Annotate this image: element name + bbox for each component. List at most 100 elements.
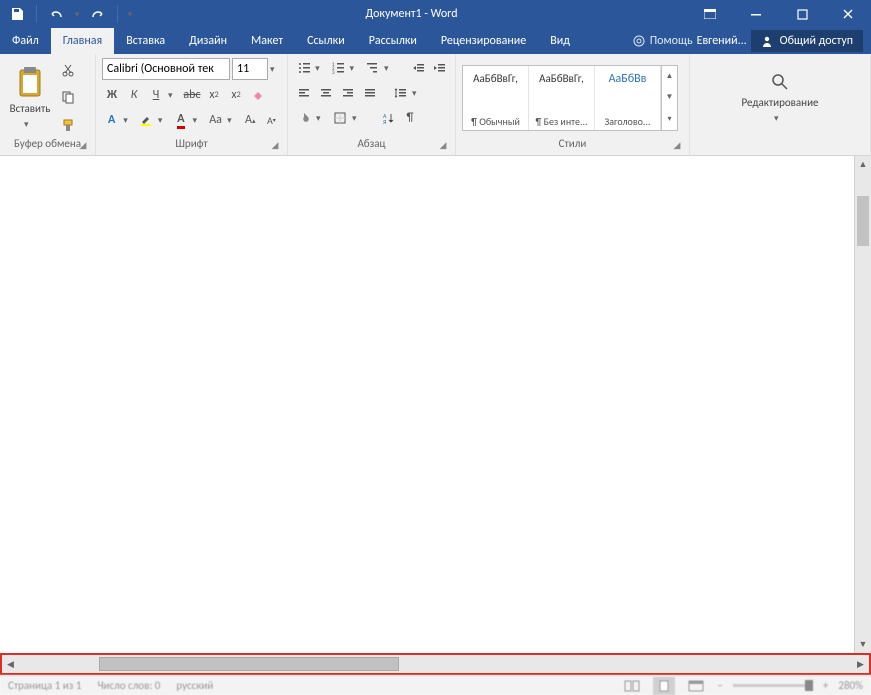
save-icon[interactable] — [4, 2, 30, 26]
share-button[interactable]: Общий доступ — [751, 30, 863, 52]
scroll-thumb[interactable] — [99, 657, 399, 671]
chevron-down-icon[interactable]: ▾ — [412, 88, 424, 99]
tab-file[interactable]: Файл — [0, 28, 51, 54]
svg-text:Я: Я — [383, 118, 386, 125]
font-name-select[interactable] — [102, 58, 230, 80]
qat-customize-icon[interactable]: ▾ — [124, 2, 136, 26]
borders-icon[interactable] — [330, 108, 350, 128]
show-marks-icon[interactable]: ¶ — [400, 108, 420, 128]
shrink-font-icon[interactable]: A▾ — [262, 110, 281, 130]
change-case-icon[interactable]: Aa — [206, 110, 225, 130]
account-name[interactable]: Евгений... — [697, 34, 747, 48]
scroll-left-icon[interactable]: ◀ — [2, 655, 19, 673]
web-layout-icon[interactable] — [685, 677, 707, 695]
tell-me-search[interactable]: Помощь — [632, 34, 693, 48]
styles-launcher-icon[interactable]: ◢ — [671, 140, 683, 152]
chevron-down-icon[interactable]: ▾ — [158, 115, 169, 126]
align-center-icon[interactable] — [316, 83, 336, 103]
chevron-down-icon[interactable]: ▾ — [384, 63, 395, 74]
cut-icon[interactable] — [58, 60, 78, 80]
status-word-count[interactable]: Число слов: 0 — [97, 679, 160, 692]
bullets-icon[interactable] — [294, 58, 313, 78]
scroll-down-icon[interactable]: ▼ — [855, 636, 871, 653]
styles-gallery[interactable]: АаБбВвГг, ¶ Обычный АаБбВвГг, ¶ Без инте… — [462, 65, 678, 131]
bold-icon[interactable]: Ж — [102, 85, 122, 105]
scroll-thumb[interactable] — [857, 196, 869, 246]
document-page[interactable] — [0, 156, 854, 653]
scroll-right-icon[interactable]: ▶ — [852, 655, 869, 673]
chevron-down-icon[interactable]: ▾ — [315, 63, 326, 74]
tab-design[interactable]: Дизайн — [177, 28, 239, 54]
scroll-up-icon[interactable]: ▲ — [855, 156, 871, 173]
align-right-icon[interactable] — [338, 83, 358, 103]
increase-indent-icon[interactable] — [430, 58, 449, 78]
print-layout-icon[interactable] — [653, 677, 675, 695]
gallery-scroll-up-icon[interactable]: ▲ — [662, 66, 677, 87]
chevron-down-icon[interactable]: ▾ — [270, 64, 281, 75]
close-icon[interactable] — [825, 0, 871, 28]
gallery-scroll-down-icon[interactable]: ▼ — [662, 87, 677, 108]
ribbon-display-options-icon[interactable] — [687, 0, 733, 28]
maximize-icon[interactable] — [779, 0, 825, 28]
clear-formatting-icon[interactable] — [248, 85, 268, 105]
underline-icon[interactable]: Ч — [146, 85, 166, 105]
subscript-icon[interactable]: x2 — [204, 85, 224, 105]
zoom-in-icon[interactable]: + — [823, 679, 828, 692]
minimize-icon[interactable] — [733, 0, 779, 28]
style-no-spacing[interactable]: АаБбВвГг, ¶ Без инте... — [529, 66, 595, 130]
chevron-down-icon[interactable]: ▾ — [193, 115, 204, 126]
undo-icon[interactable] — [43, 2, 69, 26]
chevron-down-icon[interactable]: ▾ — [123, 115, 134, 126]
zoom-out-icon[interactable]: − — [717, 679, 722, 692]
status-language[interactable]: русский — [176, 679, 213, 692]
zoom-level[interactable]: 280% — [838, 679, 863, 692]
font-color-icon[interactable]: A — [171, 110, 190, 130]
highlight-icon[interactable] — [137, 110, 156, 130]
tab-mailings[interactable]: Рассылки — [357, 28, 429, 54]
font-size-select[interactable] — [232, 58, 268, 80]
read-mode-icon[interactable] — [621, 677, 643, 695]
tab-insert[interactable]: Вставка — [114, 28, 177, 54]
tab-references[interactable]: Ссылки — [295, 28, 357, 54]
gallery-expand-icon[interactable]: ▾ — [662, 108, 677, 129]
chevron-down-icon[interactable]: ▾ — [168, 90, 180, 101]
multilevel-list-icon[interactable] — [363, 58, 382, 78]
chevron-down-icon[interactable]: ▾ — [316, 113, 328, 124]
clipboard-launcher-icon[interactable]: ◢ — [77, 140, 89, 152]
chevron-down-icon[interactable]: ▾ — [227, 115, 238, 126]
font-launcher-icon[interactable]: ◢ — [269, 140, 281, 152]
format-painter-icon[interactable] — [58, 115, 78, 135]
tab-review[interactable]: Рецензирование — [429, 28, 538, 54]
sort-icon[interactable]: AЯ — [378, 108, 398, 128]
undo-dropdown-icon[interactable]: ▾ — [71, 2, 83, 26]
tab-view[interactable]: Вид — [538, 28, 582, 54]
numbering-icon[interactable]: 123 — [328, 58, 347, 78]
chevron-down-icon: ▾ — [774, 113, 786, 124]
style-normal[interactable]: АаБбВвГг, ¶ Обычный — [463, 66, 529, 130]
shading-icon[interactable] — [294, 108, 314, 128]
tab-layout[interactable]: Макет — [239, 28, 295, 54]
strikethrough-icon[interactable]: abc — [182, 85, 202, 105]
zoom-slider[interactable] — [733, 684, 813, 687]
italic-icon[interactable]: К — [124, 85, 144, 105]
copy-icon[interactable] — [58, 87, 78, 107]
chevron-down-icon[interactable]: ▾ — [350, 63, 361, 74]
horizontal-scrollbar[interactable]: ◀ ▶ — [0, 653, 871, 675]
vertical-scrollbar[interactable]: ▲ ▼ — [854, 156, 871, 653]
style-heading1[interactable]: АаБбВв Заголово... — [595, 66, 661, 130]
line-spacing-icon[interactable] — [390, 83, 410, 103]
paste-button[interactable]: Вставить ▾ — [6, 58, 54, 137]
superscript-icon[interactable]: x2 — [226, 85, 246, 105]
tab-home[interactable]: Главная — [51, 28, 114, 54]
editing-button[interactable]: Редактирование ▾ — [732, 58, 828, 137]
scroll-track[interactable] — [19, 655, 852, 673]
justify-icon[interactable] — [360, 83, 380, 103]
grow-font-icon[interactable]: A▴ — [241, 110, 260, 130]
redo-icon[interactable] — [85, 2, 111, 26]
status-page[interactable]: Страница 1 из 1 — [8, 679, 81, 692]
chevron-down-icon[interactable]: ▾ — [352, 113, 364, 124]
text-effects-icon[interactable]: A — [102, 110, 121, 130]
paragraph-launcher-icon[interactable]: ◢ — [437, 140, 449, 152]
decrease-indent-icon[interactable] — [409, 58, 428, 78]
align-left-icon[interactable] — [294, 83, 314, 103]
